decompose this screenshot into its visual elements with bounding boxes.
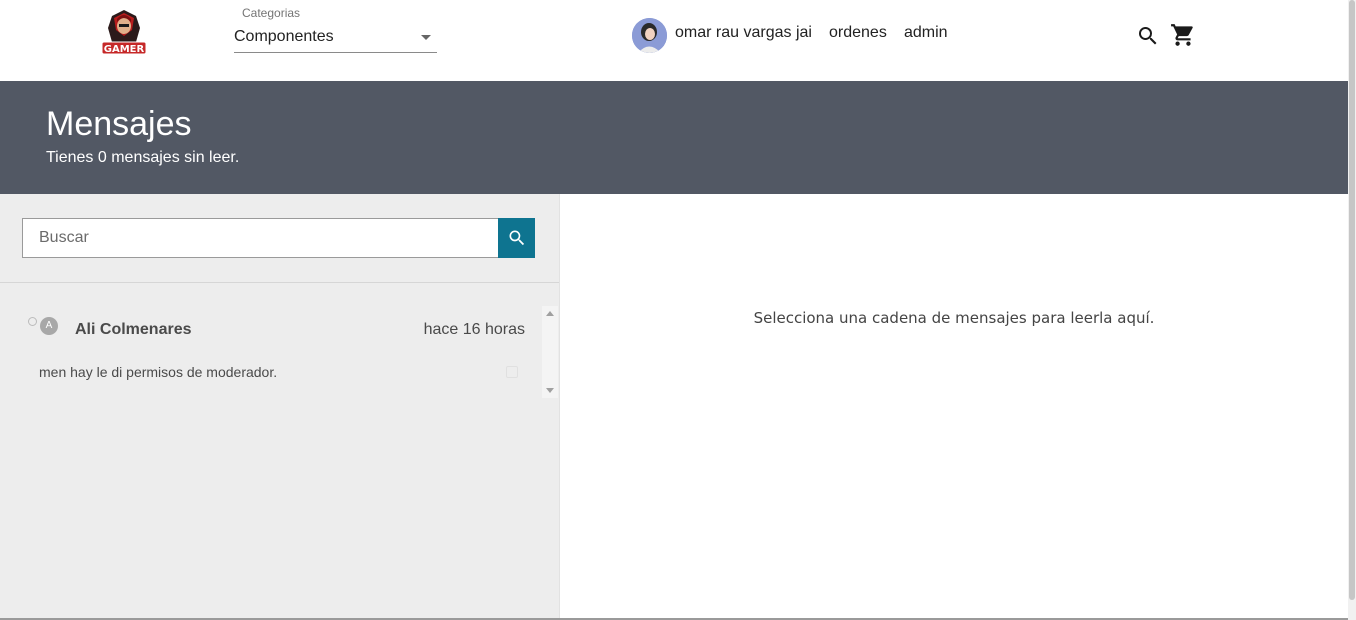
thread-item[interactable]: A Ali Colmenares hace 16 horas men hay l… (22, 306, 542, 398)
cart-icon[interactable] (1170, 22, 1196, 48)
nav-ordenes-link[interactable]: ordenes (829, 24, 887, 42)
user-name-link[interactable]: omar rau vargas jai (675, 24, 812, 42)
thread-avatar: A (40, 317, 58, 335)
thread-checkbox[interactable] (506, 366, 518, 378)
user-avatar[interactable] (632, 18, 667, 53)
category-value[interactable]: Componentes (234, 28, 334, 46)
thread-list-scrollbar[interactable] (542, 306, 558, 398)
divider (0, 282, 559, 283)
thread-timestamp: hace 16 horas (423, 321, 525, 338)
messages-banner: Mensajes Tienes 0 mensajes sin leer. (0, 81, 1348, 194)
thread-unread-indicator (28, 317, 37, 326)
page-scrollbar-thumb[interactable] (1349, 0, 1355, 600)
panel-divider (559, 194, 560, 620)
search-button[interactable] (498, 218, 535, 258)
user-avatar-image (632, 18, 667, 53)
top-navbar: GAMER Categorias Componentes omar rau va… (0, 0, 1348, 81)
thread-sender-name: Ali Colmenares (75, 321, 192, 338)
search-icon (509, 230, 524, 246)
search-box (22, 218, 498, 258)
thread-list-panel: A Ali Colmenares hace 16 horas men hay l… (0, 194, 559, 620)
gamer-logo[interactable]: GAMER (100, 8, 148, 60)
empty-conversation-message: Selecciona una cadena de mensajes para l… (753, 309, 1155, 327)
search-icon[interactable] (1136, 24, 1160, 48)
thread-preview: men hay le di permisos de moderador. (39, 364, 278, 380)
scroll-up-arrow-icon[interactable] (546, 311, 554, 316)
page-title: Mensajes (46, 105, 192, 143)
category-select[interactable]: Categorias Componentes (234, 3, 437, 53)
nav-admin-link[interactable]: admin (904, 24, 948, 42)
unread-count-text: Tienes 0 mensajes sin leer. (46, 149, 240, 166)
category-label: Categorias (242, 6, 301, 20)
search-input[interactable] (23, 219, 498, 257)
chevron-down-icon[interactable] (421, 35, 431, 40)
category-underline (234, 52, 437, 53)
scroll-down-arrow-icon[interactable] (546, 388, 554, 393)
logo-text: GAMER (104, 44, 145, 55)
